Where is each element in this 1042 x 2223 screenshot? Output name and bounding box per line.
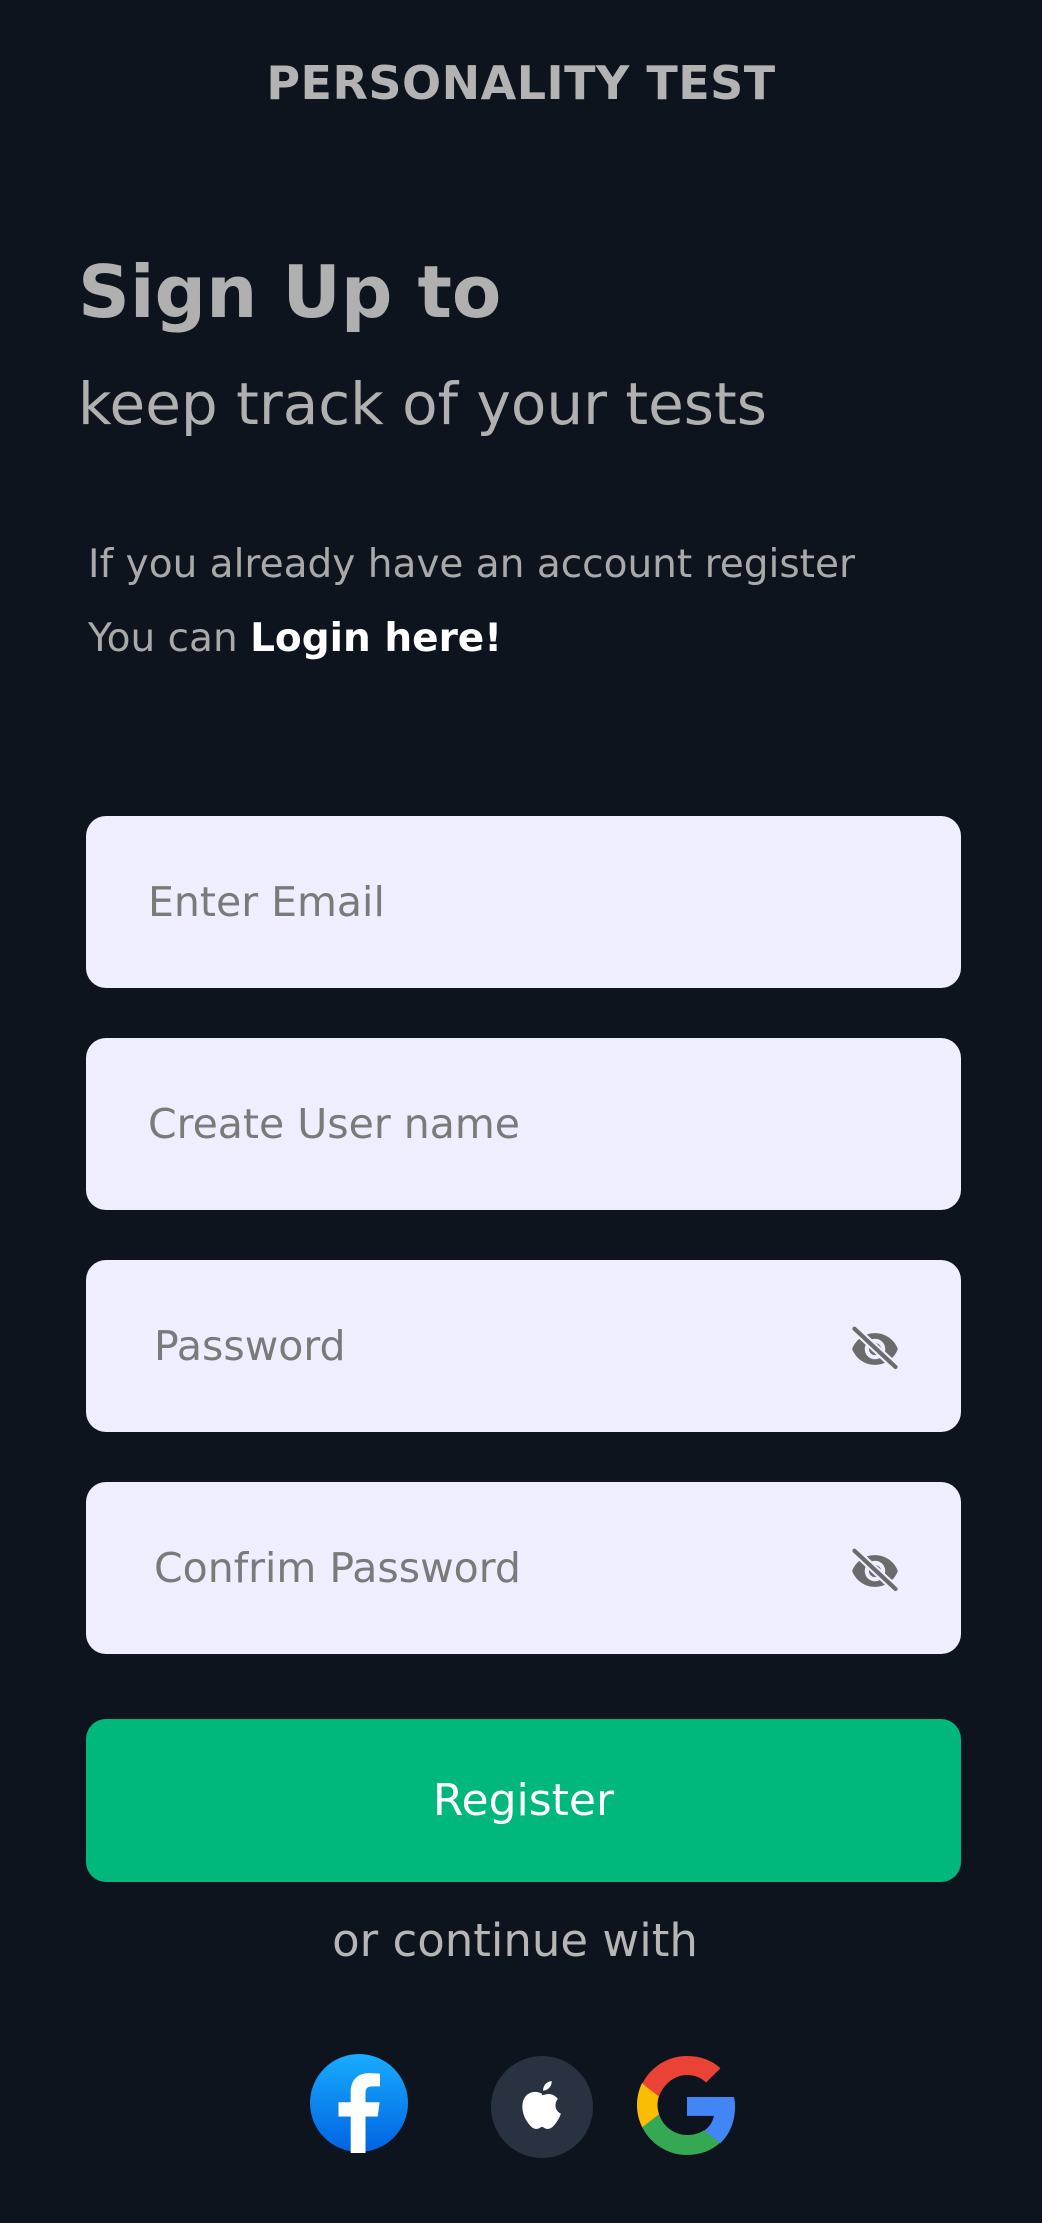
eye-off-icon[interactable] (845, 1540, 905, 1596)
login-prompt: You can Login here! (88, 616, 502, 661)
login-prompt-prefix: You can (88, 616, 251, 661)
password-field[interactable] (86, 1260, 961, 1432)
email-field[interactable] (86, 816, 961, 988)
password-field-container (86, 1260, 961, 1432)
register-button[interactable]: Register (86, 1719, 961, 1882)
page-subheading: keep track of your tests (78, 370, 767, 438)
app-title: PERSONALITY TEST (266, 56, 776, 110)
confirm-password-field-container (86, 1482, 961, 1654)
login-link[interactable]: Login here! (250, 616, 502, 661)
account-info-text: If you already have an account register (88, 542, 855, 587)
apple-icon[interactable] (491, 2056, 593, 2158)
username-field[interactable] (86, 1038, 961, 1210)
continue-with-text: or continue with (332, 1914, 698, 1967)
facebook-icon[interactable] (309, 2053, 409, 2153)
username-field-container (86, 1038, 961, 1210)
confirm-password-field[interactable] (86, 1482, 961, 1654)
page-heading: Sign Up to (78, 250, 502, 334)
google-icon[interactable] (637, 2056, 737, 2156)
eye-off-icon[interactable] (845, 1318, 905, 1374)
email-field-container (86, 816, 961, 988)
